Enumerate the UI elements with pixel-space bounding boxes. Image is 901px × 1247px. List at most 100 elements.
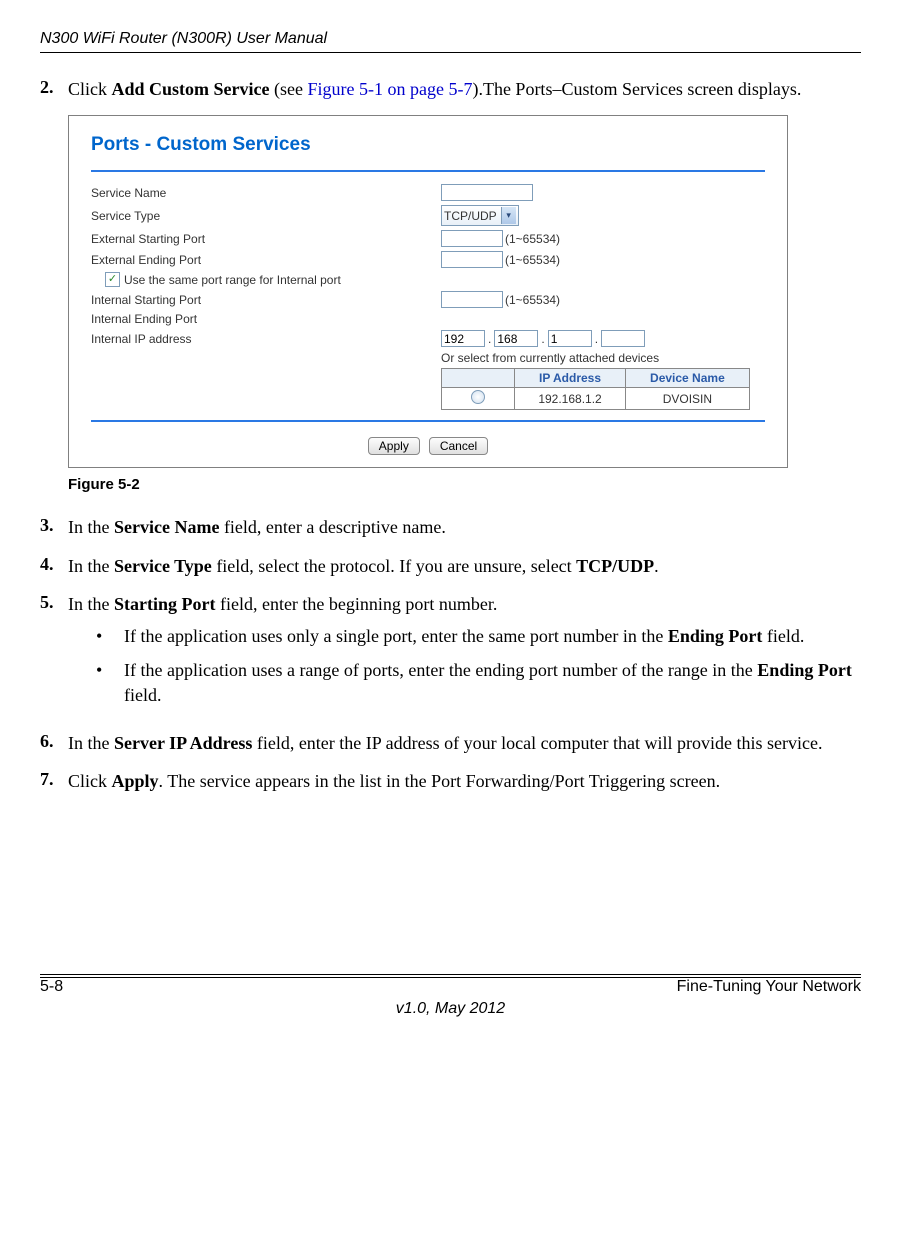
select-value: TCP/UDP — [444, 209, 497, 223]
bold-text: TCP/UDP — [576, 556, 654, 576]
list-item: • If the application uses only a single … — [96, 624, 861, 648]
table-row: 192.168.1.2 DVOISIN — [442, 388, 750, 410]
page-number: 5-8 — [40, 978, 63, 996]
dot: . — [488, 332, 491, 346]
doc-version: v1.0, May 2012 — [40, 1000, 861, 1018]
bold-text: Ending Port — [757, 660, 852, 680]
text: . — [654, 556, 659, 576]
figure-screenshot: Ports - Custom Services Service Name Ser… — [68, 115, 788, 468]
ip-octet-4[interactable] — [601, 330, 645, 347]
step-7: 7. Click Apply. The service appears in t… — [40, 769, 861, 793]
text: field, select the protocol. If you are u… — [212, 556, 576, 576]
step-4: 4. In the Service Type field, select the… — [40, 554, 861, 578]
cancel-button[interactable]: Cancel — [429, 437, 488, 455]
row-int-end: Internal Ending Port — [91, 312, 765, 326]
service-type-select[interactable]: TCP/UDP ▾ — [441, 205, 519, 226]
text: field, enter a descriptive name. — [219, 517, 445, 537]
bullet-icon: • — [96, 658, 124, 707]
bold-text: Apply — [112, 771, 159, 791]
port-hint: (1~65534) — [505, 293, 560, 307]
ip-octet-1[interactable] — [441, 330, 485, 347]
text: If the application uses only a single po… — [124, 626, 668, 646]
page-footer: 5-8 Fine-Tuning Your Network v1.0, May 2… — [40, 974, 861, 1018]
dot: . — [541, 332, 544, 346]
row-ext-start: External Starting Port (1~65534) — [91, 230, 765, 247]
text: field, enter the beginning port number. — [215, 594, 497, 614]
bold-text: Service Type — [114, 556, 212, 576]
chevron-down-icon: ▾ — [501, 207, 516, 224]
bold-text: Add Custom Service — [112, 79, 270, 99]
ext-start-input[interactable] — [441, 230, 503, 247]
device-radio[interactable] — [471, 390, 485, 404]
bold-text: Server IP Address — [114, 733, 252, 753]
bullet-body: If the application uses only a single po… — [124, 624, 804, 648]
step-2: 2. Click Add Custom Service (see Figure … — [40, 77, 861, 101]
step-body: Click Apply. The service appears in the … — [68, 769, 861, 793]
label-same-range: ✓ Use the same port range for Internal p… — [91, 272, 455, 287]
ip-octet-2[interactable] — [494, 330, 538, 347]
row-ext-end: External Ending Port (1~65534) — [91, 251, 765, 268]
checkbox-label: Use the same port range for Internal por… — [124, 273, 341, 287]
step-number: 4. — [40, 554, 68, 578]
text: If the application uses a range of ports… — [124, 660, 757, 680]
step-number: 6. — [40, 731, 68, 755]
text: ).The Ports–Custom Services screen displ… — [472, 79, 801, 99]
row-int-ip: Internal IP address . . . — [91, 330, 765, 347]
step-number: 3. — [40, 515, 68, 539]
text: . The service appears in the list in the… — [159, 771, 721, 791]
document-header: N300 WiFi Router (N300R) User Manual — [40, 30, 861, 53]
button-row: Apply Cancel — [91, 434, 765, 455]
label-ext-end: External Ending Port — [91, 253, 441, 267]
row-service-name: Service Name — [91, 184, 765, 201]
text: In the — [68, 517, 114, 537]
label-service-name: Service Name — [91, 186, 441, 200]
row-service-type: Service Type TCP/UDP ▾ — [91, 205, 765, 226]
label-int-start: Internal Starting Port — [91, 293, 441, 307]
list-item: • If the application uses a range of por… — [96, 658, 861, 707]
text: field, enter the IP address of your loca… — [252, 733, 822, 753]
step-body: In the Starting Port field, enter the be… — [68, 592, 861, 717]
int-start-input[interactable] — [441, 291, 503, 308]
dot: . — [595, 332, 598, 346]
col-name: Device Name — [626, 369, 750, 388]
step-number: 7. — [40, 769, 68, 793]
step-body: In the Service Name field, enter a descr… — [68, 515, 861, 539]
step-3: 3. In the Service Name field, enter a de… — [40, 515, 861, 539]
footer-rule — [40, 974, 861, 975]
divider — [91, 170, 765, 172]
text: Click — [68, 79, 112, 99]
bold-text: Starting Port — [114, 594, 215, 614]
figure-caption: Figure 5-2 — [68, 476, 861, 493]
label-int-ip: Internal IP address — [91, 332, 441, 346]
step-5: 5. In the Starting Port field, enter the… — [40, 592, 861, 717]
bullet-body: If the application uses a range of ports… — [124, 658, 861, 707]
same-range-checkbox[interactable]: ✓ — [105, 272, 120, 287]
text: (see — [270, 79, 308, 99]
bullet-icon: • — [96, 624, 124, 648]
sub-bullets: • If the application uses only a single … — [96, 624, 861, 707]
table-header-row: IP Address Device Name — [442, 369, 750, 388]
cell-name: DVOISIN — [626, 388, 750, 410]
section-name: Fine-Tuning Your Network — [677, 978, 861, 996]
apply-button[interactable]: Apply — [368, 437, 420, 455]
row-int-start: Internal Starting Port (1~65534) — [91, 291, 765, 308]
form: Service Name Service Type TCP/UDP ▾ Exte… — [91, 184, 765, 410]
ip-octet-3[interactable] — [548, 330, 592, 347]
port-hint: (1~65534) — [505, 232, 560, 246]
text: In the — [68, 733, 114, 753]
step-6: 6. In the Server IP Address field, enter… — [40, 731, 861, 755]
ext-end-input[interactable] — [441, 251, 503, 268]
divider — [91, 420, 765, 422]
figure-link[interactable]: Figure 5-1 on page 5-7 — [307, 79, 472, 99]
bold-text: Service Name — [114, 517, 219, 537]
col-select — [442, 369, 515, 388]
service-name-input[interactable] — [441, 184, 533, 201]
label-int-end: Internal Ending Port — [91, 312, 441, 326]
devices-table: IP Address Device Name 192.168.1.2 DVOIS… — [441, 368, 750, 410]
step-number: 5. — [40, 592, 68, 717]
label-service-type: Service Type — [91, 209, 441, 223]
attached-devices: Or select from currently attached device… — [441, 351, 765, 410]
port-hint: (1~65534) — [505, 253, 560, 267]
text: field. — [124, 685, 162, 705]
row-same-range: ✓ Use the same port range for Internal p… — [91, 272, 765, 287]
